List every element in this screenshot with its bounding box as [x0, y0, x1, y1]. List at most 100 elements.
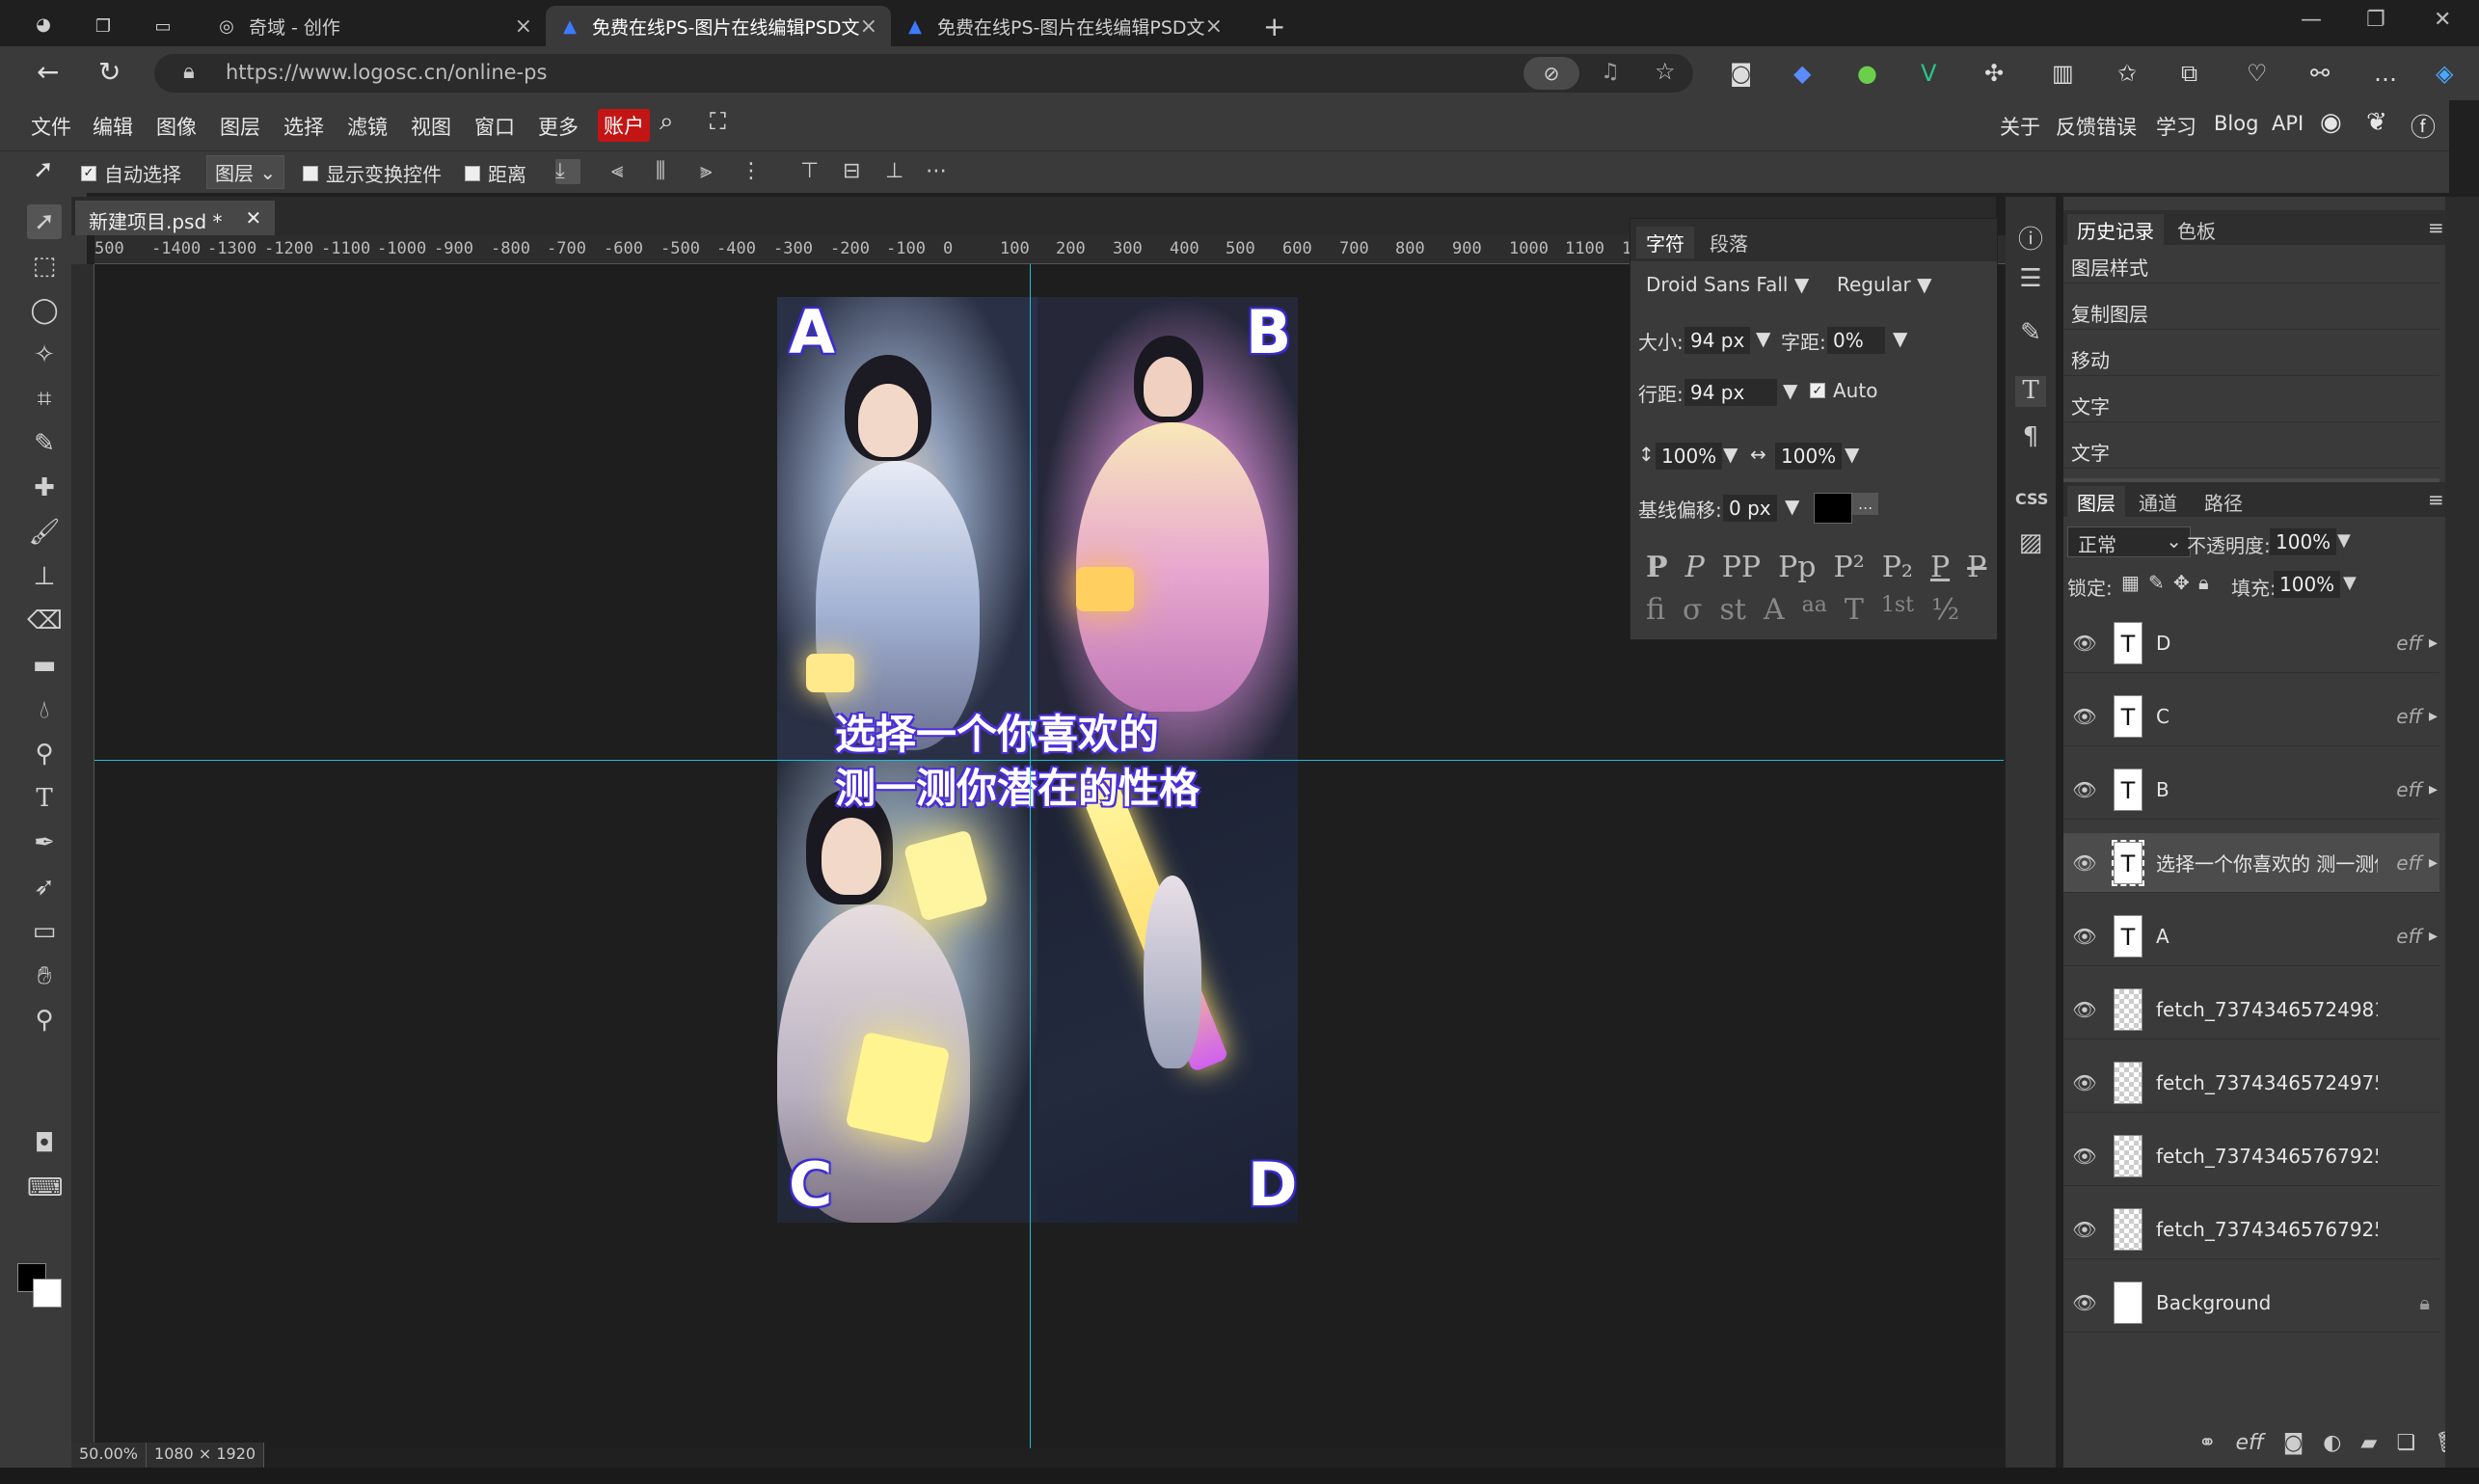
lock-transparency-icon[interactable]: ▦	[2121, 571, 2140, 594]
close-tab-icon[interactable]: ×	[1205, 14, 1223, 39]
contextual-alternates-button[interactable]: T	[1845, 593, 1864, 627]
distribute-h-icon[interactable]: ⋮	[741, 159, 766, 184]
rectangle-tool-icon[interactable]: ▭	[27, 914, 62, 949]
align-middle-v-icon[interactable]: ⊟	[843, 159, 868, 184]
ordinals-button[interactable]: 1st	[1881, 593, 1914, 627]
layer-effects-badge[interactable]: eff	[2396, 851, 2422, 875]
profile-avatar[interactable]: ◕	[19, 4, 79, 44]
more-options-button[interactable]: ...	[1852, 493, 1879, 515]
browser-tab-2[interactable]: ▲ 免费在线PS-图片在线编辑PSD文 ×	[546, 6, 891, 46]
stylistic-alternates-button[interactable]: A	[1764, 593, 1785, 627]
crop-tool-icon[interactable]: ⌗	[27, 382, 62, 417]
extension-maps-icon[interactable]: ◆	[1793, 60, 1811, 87]
adjustment-layer-icon[interactable]: ◐	[2323, 1431, 2341, 1455]
tab-paragraph[interactable]: 段落	[1700, 227, 1758, 258]
layer-row[interactable]: 👁︎ fetch_737434657249819	[2063, 980, 2439, 1039]
dropdown-arrow-icon[interactable]: ▼	[2337, 530, 2351, 551]
tab-paths[interactable]: 路径	[2195, 486, 2252, 518]
underline-button[interactable]: P	[1930, 551, 1950, 584]
blur-tool-icon[interactable]: 💧︎	[27, 692, 62, 727]
right-scrollbar[interactable]	[2445, 197, 2479, 1468]
tracking-input[interactable]: 0%	[1827, 327, 1885, 354]
move-tool-icon[interactable]: ➚	[27, 204, 62, 239]
visibility-eye-icon[interactable]: 👁︎	[2063, 1218, 2106, 1241]
browser-tab-1[interactable]: ◎ 奇域 - 创作 ×	[202, 6, 546, 46]
layer-effects-badge[interactable]: eff	[2396, 705, 2422, 728]
healing-brush-icon[interactable]: ✚	[27, 471, 62, 505]
tab-history[interactable]: 历史记录	[2067, 214, 2164, 246]
visibility-eye-icon[interactable]: 👁︎	[2063, 1145, 2106, 1168]
visibility-eye-icon[interactable]: 👁︎	[2063, 705, 2106, 728]
info-icon[interactable]: ⓘ	[2015, 220, 2046, 255]
copilot-icon[interactable]: ◈	[2436, 60, 2453, 87]
link-layers-icon[interactable]: ⚭	[2198, 1431, 2216, 1455]
quick-mask-icon[interactable]: ◘	[27, 1126, 62, 1161]
tab-actions-button[interactable]: ▭	[139, 6, 199, 46]
pen-tool-icon[interactable]: ✒	[27, 825, 62, 860]
fill-input[interactable]: 100%	[2274, 571, 2341, 598]
font-size-input[interactable]: 94 px	[1684, 327, 1751, 354]
layer-row[interactable]: 👁︎ T 选择一个你喜欢的 测一测你 eff ▸	[2063, 833, 2439, 893]
extension-v-icon[interactable]: V	[1921, 60, 1936, 87]
lock-pixels-icon[interactable]: ✎	[2148, 571, 2165, 594]
menu-filter[interactable]: 滤镜	[347, 112, 388, 141]
auto-select-target-select[interactable]: 图层 ⌄	[206, 155, 285, 189]
leading-input[interactable]: 94 px	[1684, 379, 1777, 406]
expand-effects-icon[interactable]: ▸	[2429, 779, 2438, 799]
dropdown-arrow-icon[interactable]: ▼	[1845, 443, 1859, 466]
vertical-scale-input[interactable]: 100%	[1656, 443, 1723, 470]
eyedropper-icon[interactable]: ✎	[27, 426, 62, 461]
clone-stamp-icon[interactable]: ⊥	[27, 559, 62, 594]
refresh-icon[interactable]: ↻	[98, 56, 121, 88]
history-item[interactable]: 图层样式	[2063, 247, 2439, 283]
menu-report-bug[interactable]: 反馈错误	[2056, 112, 2137, 141]
minimize-icon[interactable]: —	[2301, 8, 2322, 32]
layer-row[interactable]: 👁︎ fetch_737434657249756	[2063, 1053, 2439, 1113]
menu-account[interactable]: 账户	[598, 109, 650, 142]
discretionary-ligatures-button[interactable]: σ	[1683, 593, 1702, 627]
menu-image[interactable]: 图像	[156, 112, 197, 141]
layer-row[interactable]: 👁︎ T Aeff ▸	[2063, 906, 2439, 966]
new-layer-icon[interactable]: ❏	[2396, 1431, 2415, 1455]
dropdown-arrow-icon[interactable]: ▼	[1785, 495, 1799, 518]
horizontal-scale-input[interactable]: 100%	[1775, 443, 1843, 470]
layer-row[interactable]: 👁︎ T Beff ▸	[2063, 760, 2439, 820]
label-c[interactable]: C	[789, 1149, 833, 1220]
menu-edit[interactable]: 编辑	[93, 112, 133, 141]
history-item[interactable]: 文字	[2063, 386, 2439, 422]
visibility-eye-icon[interactable]: 👁︎	[2063, 998, 2106, 1021]
menu-file[interactable]: 文件	[31, 112, 71, 141]
split-screen-icon[interactable]: ▥	[2052, 60, 2074, 87]
magic-wand-icon[interactable]: ✧	[27, 337, 62, 372]
ligatures-button[interactable]: ﬁ	[1646, 593, 1665, 627]
dropdown-arrow-icon[interactable]: ▼	[1783, 379, 1797, 402]
expand-effects-icon[interactable]: ▸	[2429, 633, 2438, 653]
menu-view[interactable]: 视图	[411, 112, 451, 141]
menu-api[interactable]: API	[2272, 112, 2304, 135]
visibility-eye-icon[interactable]: 👁︎	[2063, 632, 2106, 655]
layer-row[interactable]: 👁︎ T Deff ▸	[2063, 613, 2439, 673]
visibility-eye-icon[interactable]: 👁︎	[2063, 1071, 2106, 1094]
auto-select-checkbox[interactable]: ✓ 自动选择	[81, 159, 181, 187]
label-d[interactable]: D	[1248, 1149, 1297, 1220]
character-icon[interactable]: T	[2015, 376, 2046, 407]
css-icon[interactable]: CSS	[2015, 484, 2048, 515]
dropdown-arrow-icon[interactable]: ▼	[2343, 573, 2357, 593]
lasso-tool-icon[interactable]: ◯	[27, 293, 62, 328]
new-tab-button[interactable]: +	[1250, 6, 1299, 46]
align-top-icon[interactable]: ⊤	[800, 159, 825, 184]
dropdown-arrow-icon[interactable]: ▼	[1723, 443, 1738, 466]
distribute-v-icon[interactable]: ⋯	[926, 159, 951, 184]
background-color-swatch[interactable]	[33, 1279, 62, 1308]
align-center-h-icon[interactable]: ⫼	[656, 159, 681, 184]
reddit-icon[interactable]: ◉	[2320, 108, 2342, 137]
menu-learn[interactable]: 学习	[2156, 112, 2196, 141]
menu-more[interactable]: 更多	[538, 112, 579, 141]
menu-layer[interactable]: 图层	[220, 112, 260, 141]
layer-effects-badge[interactable]: eff	[2396, 632, 2422, 655]
align-right-icon[interactable]: ⫸	[700, 159, 725, 184]
tab-layers[interactable]: 图层	[2067, 486, 2125, 518]
close-tab-icon[interactable]: ×	[860, 14, 877, 39]
dodge-tool-icon[interactable]: ⚲	[27, 737, 62, 771]
tab-character[interactable]: 字符	[1636, 227, 1694, 258]
